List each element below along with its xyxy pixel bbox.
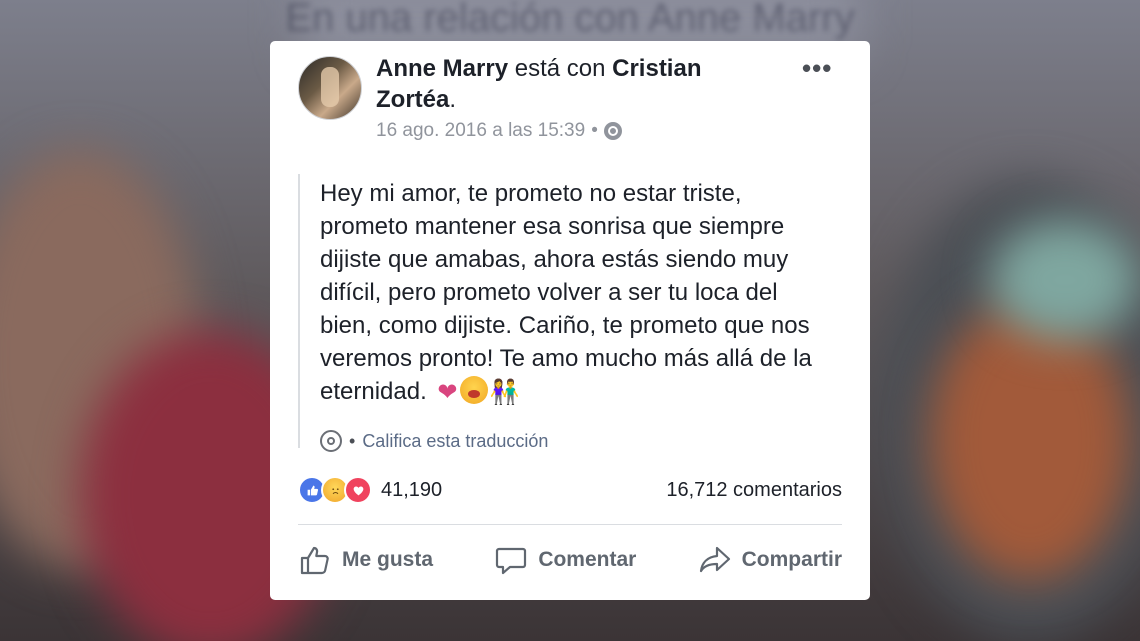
globe-icon[interactable] [603, 122, 622, 140]
reactions-summary[interactable]: 41,190 [298, 476, 442, 504]
post-text-block: Hey mi amor, te prometo no estar triste,… [320, 177, 828, 409]
rate-translation-link[interactable]: Califica esta traducción [362, 431, 548, 452]
translation-separator: • [349, 430, 356, 451]
like-button[interactable]: Me gusta [298, 543, 433, 577]
emoji-group: ❤ 👫 [437, 376, 519, 409]
share-button[interactable]: Compartir [698, 543, 842, 577]
crying-face-icon [459, 376, 488, 405]
post-text: Hey mi amor, te prometo no estar triste,… [320, 180, 812, 405]
author-name[interactable]: Anne Marry [376, 55, 508, 82]
love-icon [344, 476, 372, 504]
share-icon [699, 546, 730, 573]
children-icon: 👫 [489, 379, 520, 407]
post-body: Hey mi amor, te prometo no estar triste,… [298, 174, 828, 452]
post-stats: 41,190 16,712 comentarios [298, 475, 842, 505]
reaction-count: 41,190 [381, 478, 443, 501]
translation-row: • Califica esta traducción [320, 430, 548, 452]
meta-separator: • [591, 120, 598, 141]
post-card: Anne Marry está con Cristian Zortéa. 16 … [270, 41, 870, 600]
avatar[interactable] [298, 56, 362, 120]
background-title: En una relación con Anne Marry [285, 0, 855, 40]
more-options-icon[interactable]: ••• [802, 53, 832, 84]
action-bar: Me gusta Comentar Compartir [298, 539, 842, 581]
heart-icon: ❤ [437, 379, 458, 407]
comment-icon [496, 547, 527, 575]
comment-count[interactable]: 16,712 comentarios [666, 479, 842, 502]
tagged-suffix: . [449, 86, 457, 113]
comment-label: Comentar [538, 548, 637, 571]
post-meta: 16 ago. 2016 a las 15:39 • [376, 120, 622, 142]
divider [298, 524, 842, 525]
comment-button[interactable]: Comentar [494, 543, 636, 577]
post-header: Anne Marry está con Cristian Zortéa. [376, 53, 766, 115]
like-label: Me gusta [342, 548, 434, 571]
gear-icon[interactable] [320, 430, 342, 452]
share-label: Compartir [741, 548, 842, 571]
timestamp[interactable]: 16 ago. 2016 a las 15:39 [376, 120, 585, 142]
with-text: está con [514, 55, 606, 82]
thumbs-up-icon [300, 546, 329, 575]
